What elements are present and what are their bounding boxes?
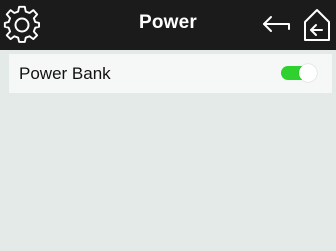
power-screen: Power Power Bank: [0, 0, 336, 251]
setting-label-power-bank: Power Bank: [19, 64, 111, 83]
back-arrow-icon-graphic: [263, 16, 290, 32]
gear-icon[interactable]: [2, 5, 42, 45]
header-bar: Power: [0, 0, 336, 50]
toggle-knob: [299, 64, 317, 82]
home-icon-graphic: [304, 9, 330, 41]
back-arrow-icon[interactable]: [261, 12, 295, 38]
gear-icon-graphic: [3, 5, 41, 43]
home-icon[interactable]: [301, 7, 333, 43]
setting-row-power-bank[interactable]: Power Bank: [9, 54, 332, 93]
power-bank-toggle[interactable]: [281, 64, 317, 82]
